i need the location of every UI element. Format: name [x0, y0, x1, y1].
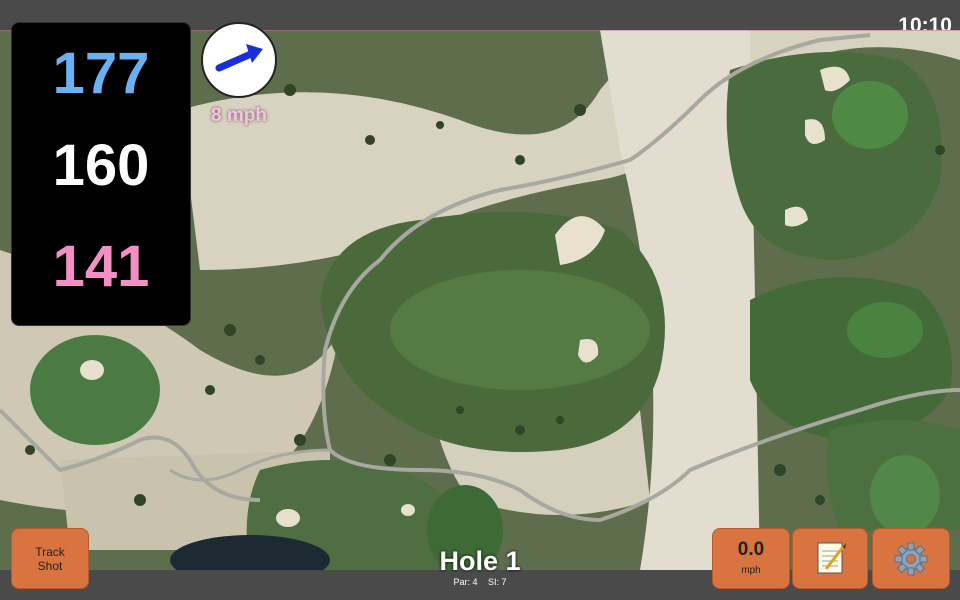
hole-par: Par: 4 [453, 577, 478, 587]
gear-icon [894, 542, 928, 576]
settings-button[interactable] [872, 528, 950, 589]
speed-button[interactable]: 0.0 mph [712, 528, 790, 589]
hole-title: Hole 1 [439, 546, 521, 576]
track-shot-label: Track Shot [12, 529, 88, 573]
middle-distance: 160 [52, 133, 150, 198]
back-distance: 177 [52, 41, 150, 106]
track-shot-label-line2: Shot [37, 559, 63, 573]
hole-stroke-index: SI: 7 [488, 577, 507, 587]
track-shot-label-line1: Track [35, 545, 65, 559]
distance-panel: 177 160 141 [11, 22, 191, 326]
notes-button[interactable] [792, 528, 868, 589]
track-shot-button[interactable]: Track Shot [11, 528, 89, 589]
hole-info: Par: 4 SI: 7 [380, 577, 580, 587]
wind-indicator [201, 22, 277, 98]
wind-arrow-icon [215, 44, 263, 72]
front-distance: 141 [52, 234, 150, 299]
wind-speed: 8 mph [211, 105, 267, 126]
speed-value: 0.0 [737, 539, 765, 560]
notepad-icon [817, 542, 846, 574]
speed-unit: mph [741, 565, 761, 576]
